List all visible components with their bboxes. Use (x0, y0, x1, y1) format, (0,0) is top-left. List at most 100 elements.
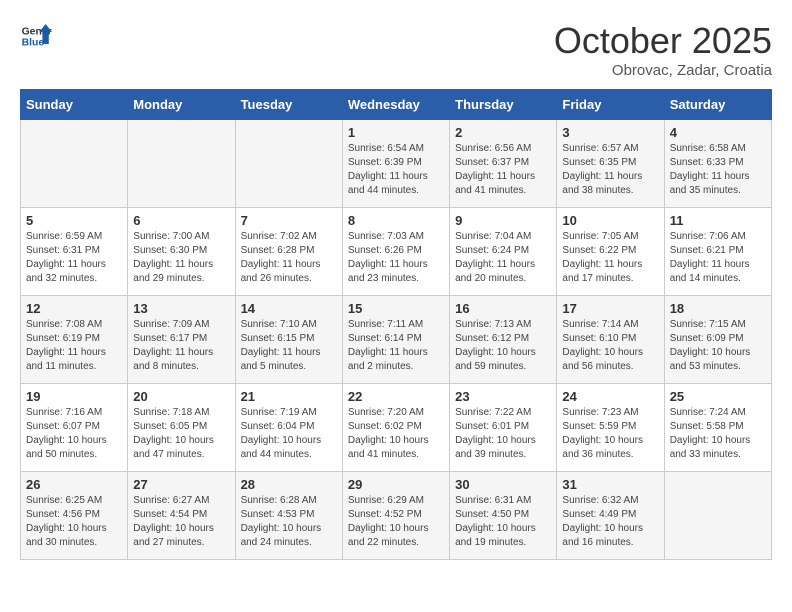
calendar-cell: 31Sunrise: 6:32 AMSunset: 4:49 PMDayligh… (557, 472, 664, 560)
day-info: Sunrise: 7:24 AMSunset: 5:58 PMDaylight:… (670, 406, 766, 462)
calendar-cell: 15Sunrise: 7:11 AMSunset: 6:14 PMDayligh… (342, 296, 449, 384)
calendar-cell: 9 Sunrise: 7:04 AMSunset: 6:24 PMDaylight… (450, 208, 557, 296)
day-info: Sunrise: 7:05 AMSunset: 6:22 PMDaylight:… (562, 230, 658, 286)
logo-icon: General Blue (20, 20, 52, 52)
day-number: 12 (26, 301, 122, 316)
calendar-cell: 13 Sunrise: 7:09 AMSunset: 6:17 PMDayligh… (128, 296, 235, 384)
day-number: 14 (241, 301, 337, 316)
day-number: 11 (670, 213, 766, 228)
weekday-header: Friday (557, 90, 664, 120)
day-number: 1 (348, 125, 444, 140)
day-number: 3 (562, 125, 658, 140)
day-number: 29 (348, 477, 444, 492)
day-number: 24 (562, 389, 658, 404)
calendar-cell: 11 Sunrise: 7:06 AMSunset: 6:21 PMDayligh… (664, 208, 771, 296)
calendar-week-row: 5Sunrise: 6:59 AMSunset: 6:31 PMDaylight… (21, 208, 772, 296)
calendar-cell: 6Sunrise: 7:00 AMSunset: 6:30 PMDaylight… (128, 208, 235, 296)
calendar-table: SundayMondayTuesdayWednesdayThursdayFrid… (20, 89, 772, 560)
calendar-cell (128, 120, 235, 208)
day-info: Sunrise: 7:09 AMSunset: 6:17 PMDaylight:… (133, 318, 229, 374)
day-info: Sunrise: 7:08 AMSunset: 6:19 PMDaylight:… (26, 318, 122, 374)
day-number: 7 (241, 213, 337, 228)
day-number: 19 (26, 389, 122, 404)
day-number: 23 (455, 389, 551, 404)
calendar-cell: 30 Sunrise: 6:31 AMSunset: 4:50 PMDayligh… (450, 472, 557, 560)
calendar-cell: 10 Sunrise: 7:05 AMSunset: 6:22 PMDayligh… (557, 208, 664, 296)
day-number: 5 (26, 213, 122, 228)
day-number: 21 (241, 389, 337, 404)
svg-text:Blue: Blue (22, 38, 45, 49)
calendar-cell: 29 Sunrise: 6:29 AMSunset: 4:52 PMDayligh… (342, 472, 449, 560)
day-info: Sunrise: 6:58 AMSunset: 6:33 PMDaylight:… (670, 142, 766, 198)
calendar-week-row: 12 Sunrise: 7:08 AMSunset: 6:19 PMDayligh… (21, 296, 772, 384)
weekday-header: Sunday (21, 90, 128, 120)
day-number: 28 (241, 477, 337, 492)
calendar-cell: 27 Sunrise: 6:27 AMSunset: 4:54 PMDayligh… (128, 472, 235, 560)
calendar-cell: 4 Sunrise: 6:58 AMSunset: 6:33 PMDaylight… (664, 120, 771, 208)
day-number: 8 (348, 213, 444, 228)
day-info: Sunrise: 7:22 AMSunset: 6:01 PMDaylight:… (455, 406, 551, 462)
weekday-header-row: SundayMondayTuesdayWednesdayThursdayFrid… (21, 90, 772, 120)
day-info: Sunrise: 7:19 AMSunset: 6:04 PMDaylight:… (241, 406, 337, 462)
day-info: Sunrise: 6:27 AMSunset: 4:54 PMDaylight:… (133, 494, 229, 550)
day-info: Sunrise: 6:28 AMSunset: 4:53 PMDaylight:… (241, 494, 337, 550)
day-info: Sunrise: 7:06 AMSunset: 6:21 PMDaylight:… (670, 230, 766, 286)
day-number: 13 (133, 301, 229, 316)
calendar-cell: 23 Sunrise: 7:22 AMSunset: 6:01 PMDayligh… (450, 384, 557, 472)
page-header: General Blue October 2025 Obrovac, Zadar… (20, 20, 772, 79)
day-info: Sunrise: 7:11 AMSunset: 6:14 PMDaylight:… (348, 318, 444, 374)
day-info: Sunrise: 6:56 AMSunset: 6:37 PMDaylight:… (455, 142, 551, 198)
calendar-cell: 3 Sunrise: 6:57 AMSunset: 6:35 PMDaylight… (557, 120, 664, 208)
day-number: 27 (133, 477, 229, 492)
day-info: Sunrise: 6:54 AMSunset: 6:39 PMDaylight:… (348, 142, 444, 198)
calendar-cell: 2Sunrise: 6:56 AMSunset: 6:37 PMDaylight… (450, 120, 557, 208)
calendar-cell (21, 120, 128, 208)
day-info: Sunrise: 6:29 AMSunset: 4:52 PMDaylight:… (348, 494, 444, 550)
day-info: Sunrise: 7:16 AMSunset: 6:07 PMDaylight:… (26, 406, 122, 462)
weekday-header: Tuesday (235, 90, 342, 120)
calendar-cell: 19 Sunrise: 7:16 AMSunset: 6:07 PMDayligh… (21, 384, 128, 472)
day-info: Sunrise: 7:10 AMSunset: 6:15 PMDaylight:… (241, 318, 337, 374)
day-number: 18 (670, 301, 766, 316)
day-number: 20 (133, 389, 229, 404)
day-number: 10 (562, 213, 658, 228)
day-number: 17 (562, 301, 658, 316)
day-info: Sunrise: 6:57 AMSunset: 6:35 PMDaylight:… (562, 142, 658, 198)
day-number: 9 (455, 213, 551, 228)
day-info: Sunrise: 7:13 AMSunset: 6:12 PMDaylight:… (455, 318, 551, 374)
calendar-cell: 14 Sunrise: 7:10 AMSunset: 6:15 PMDayligh… (235, 296, 342, 384)
calendar-cell: 8 Sunrise: 7:03 AMSunset: 6:26 PMDaylight… (342, 208, 449, 296)
calendar-cell: 24 Sunrise: 7:23 AMSunset: 5:59 PMDayligh… (557, 384, 664, 472)
month-title: October 2025 (554, 20, 772, 62)
logo: General Blue (20, 20, 52, 52)
day-info: Sunrise: 7:02 AMSunset: 6:28 PMDaylight:… (241, 230, 337, 286)
day-info: Sunrise: 7:03 AMSunset: 6:26 PMDaylight:… (348, 230, 444, 286)
calendar-week-row: 1 Sunrise: 6:54 AMSunset: 6:39 PMDaylight… (21, 120, 772, 208)
calendar-cell: 18Sunrise: 7:15 AMSunset: 6:09 PMDayligh… (664, 296, 771, 384)
day-number: 4 (670, 125, 766, 140)
calendar-cell: 22Sunrise: 7:20 AMSunset: 6:02 PMDayligh… (342, 384, 449, 472)
calendar-cell: 16Sunrise: 7:13 AMSunset: 6:12 PMDayligh… (450, 296, 557, 384)
day-info: Sunrise: 7:23 AMSunset: 5:59 PMDaylight:… (562, 406, 658, 462)
calendar-cell: 26Sunrise: 6:25 AMSunset: 4:56 PMDayligh… (21, 472, 128, 560)
day-info: Sunrise: 7:14 AMSunset: 6:10 PMDaylight:… (562, 318, 658, 374)
calendar-week-row: 26Sunrise: 6:25 AMSunset: 4:56 PMDayligh… (21, 472, 772, 560)
calendar-cell (235, 120, 342, 208)
calendar-cell: 20 Sunrise: 7:18 AMSunset: 6:05 PMDayligh… (128, 384, 235, 472)
calendar-cell: 21 Sunrise: 7:19 AMSunset: 6:04 PMDayligh… (235, 384, 342, 472)
day-info: Sunrise: 7:18 AMSunset: 6:05 PMDaylight:… (133, 406, 229, 462)
day-number: 22 (348, 389, 444, 404)
day-number: 30 (455, 477, 551, 492)
calendar-cell: 28 Sunrise: 6:28 AMSunset: 4:53 PMDayligh… (235, 472, 342, 560)
day-info: Sunrise: 6:31 AMSunset: 4:50 PMDaylight:… (455, 494, 551, 550)
weekday-header: Saturday (664, 90, 771, 120)
location: Obrovac, Zadar, Croatia (554, 62, 772, 79)
calendar-cell: 1 Sunrise: 6:54 AMSunset: 6:39 PMDaylight… (342, 120, 449, 208)
day-number: 6 (133, 213, 229, 228)
title-section: October 2025 Obrovac, Zadar, Croatia (554, 20, 772, 79)
calendar-cell: 5Sunrise: 6:59 AMSunset: 6:31 PMDaylight… (21, 208, 128, 296)
day-number: 26 (26, 477, 122, 492)
calendar-cell: 12 Sunrise: 7:08 AMSunset: 6:19 PMDayligh… (21, 296, 128, 384)
day-info: Sunrise: 7:04 AMSunset: 6:24 PMDaylight:… (455, 230, 551, 286)
day-info: Sunrise: 6:32 AMSunset: 4:49 PMDaylight:… (562, 494, 658, 550)
